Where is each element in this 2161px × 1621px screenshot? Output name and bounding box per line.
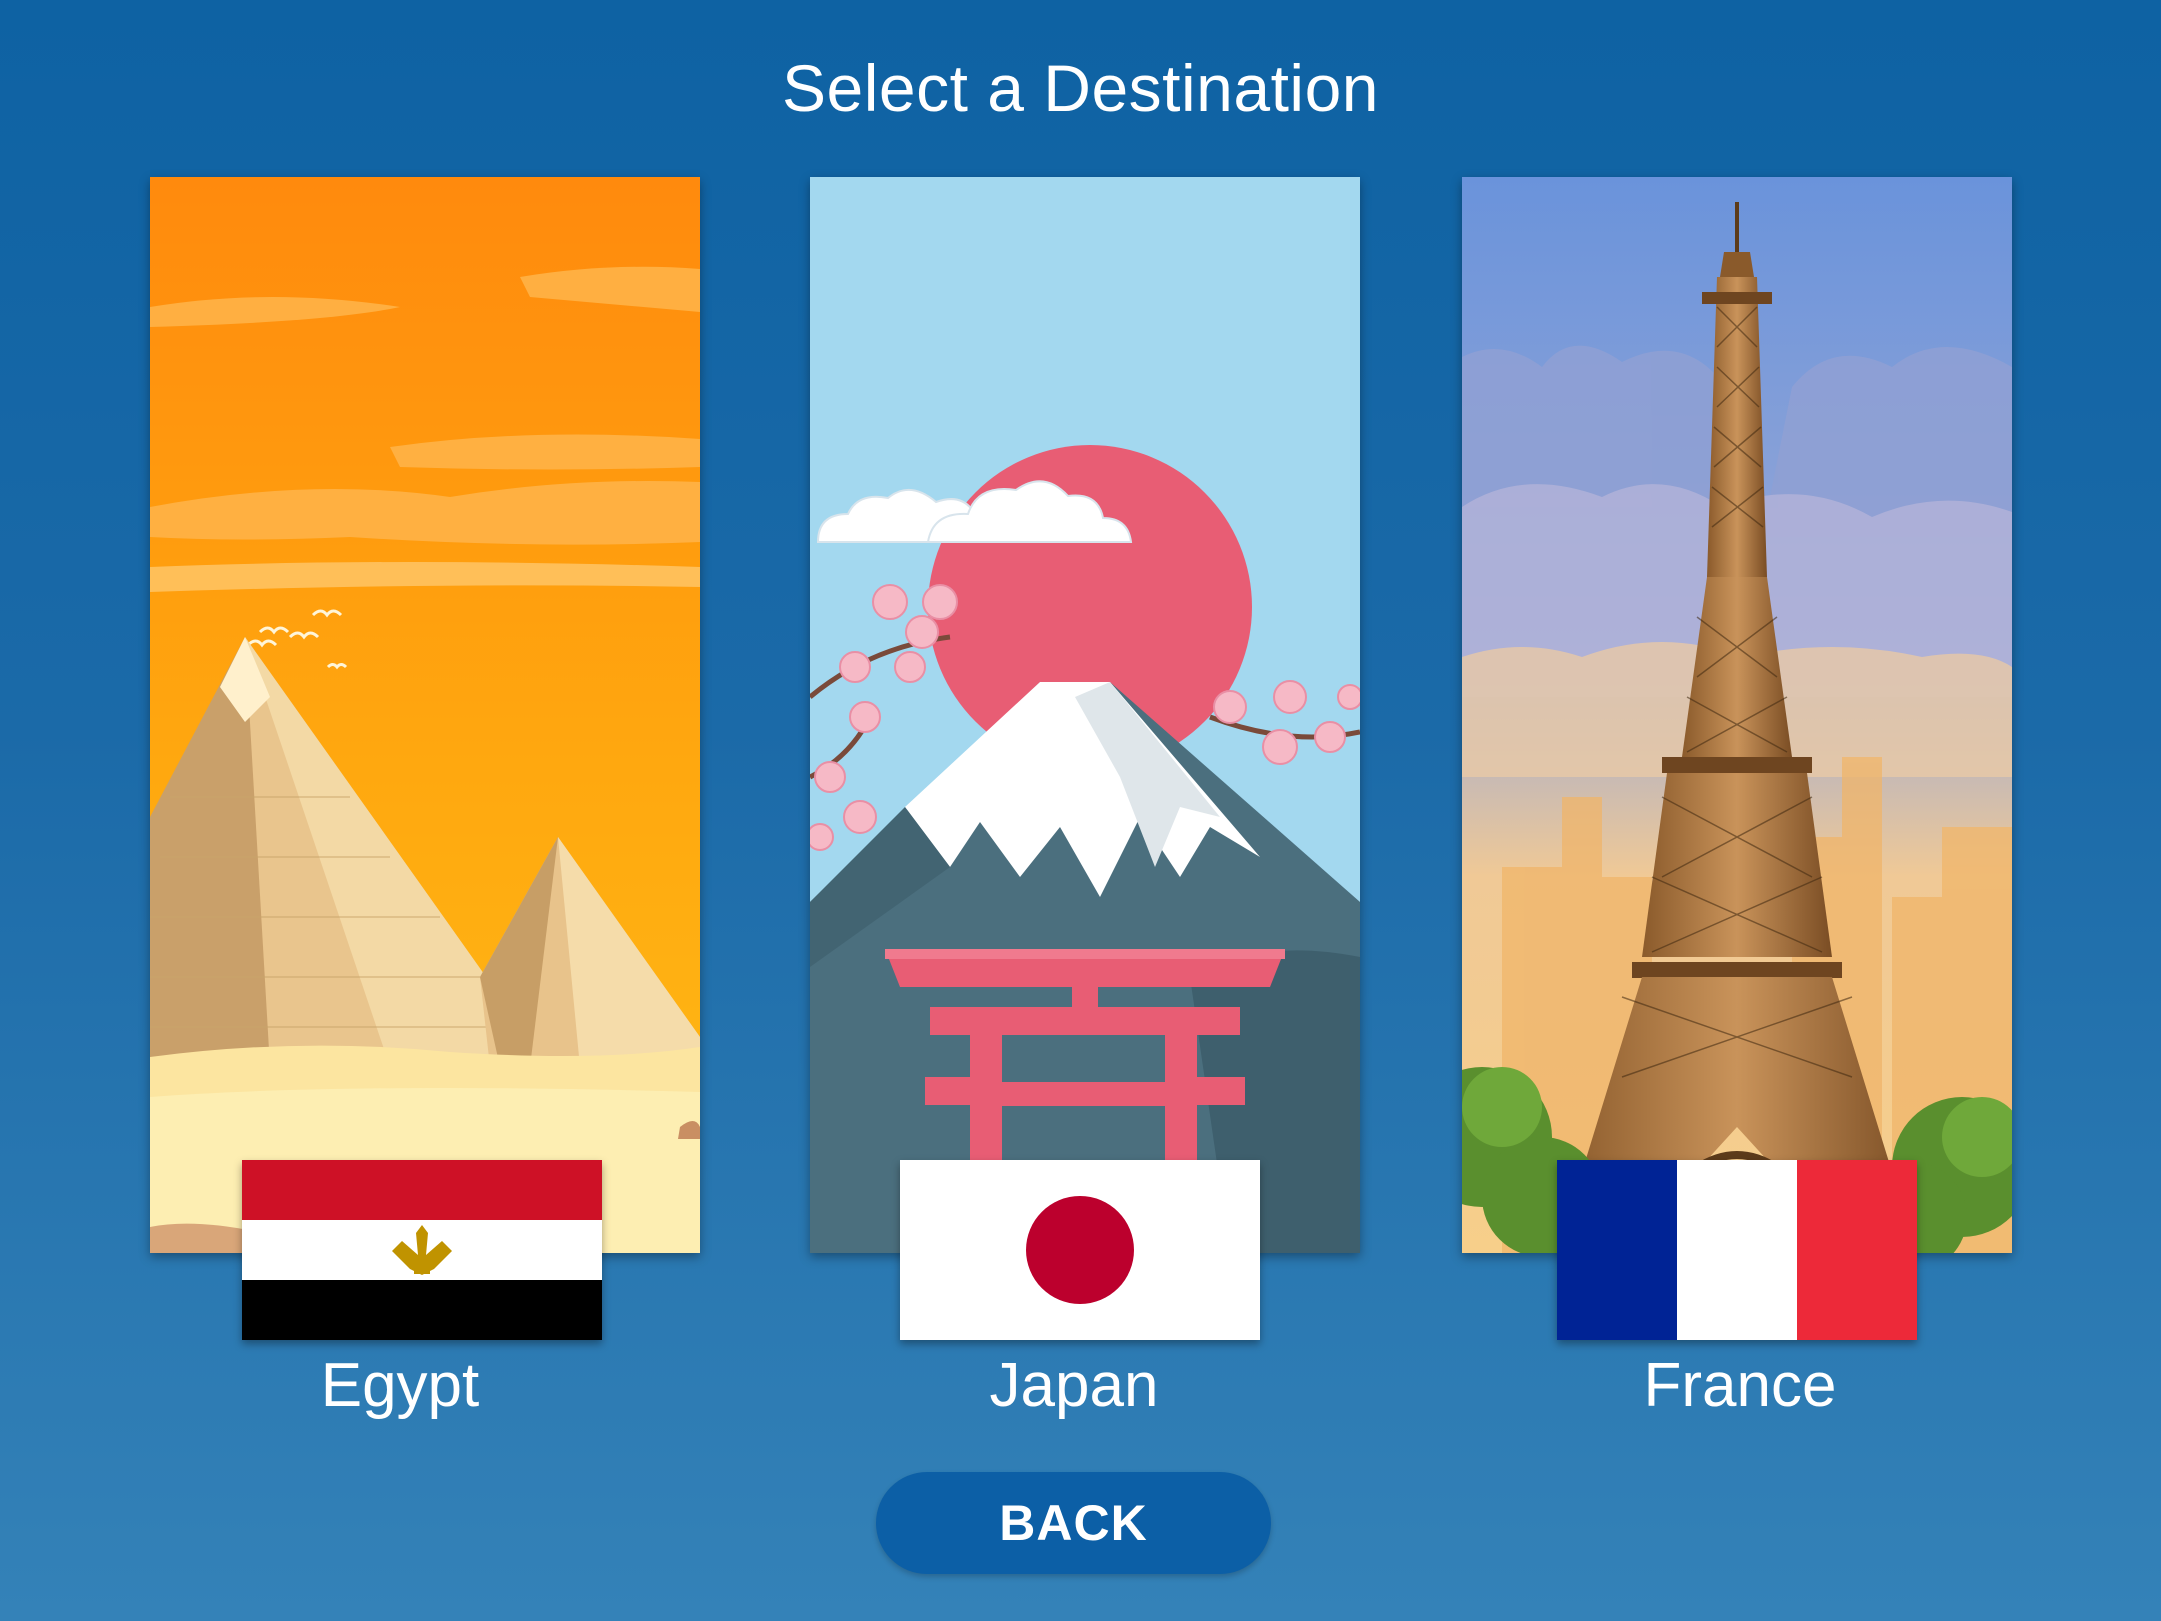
france-flag-icon[interactable]: [1557, 1160, 1917, 1340]
back-button[interactable]: BACK: [876, 1472, 1271, 1574]
egypt-flag-icon[interactable]: [242, 1160, 602, 1340]
pyramids-icon: [150, 177, 700, 1253]
mount-fuji-torii-icon: [810, 177, 1360, 1253]
destination-label-japan[interactable]: Japan: [824, 1350, 1324, 1421]
page-title: Select a Destination: [781, 51, 1379, 125]
destination-card-france[interactable]: [1462, 177, 2012, 1253]
destination-card-japan[interactable]: [810, 177, 1360, 1253]
destination-select-screen: Select a Destination Egypt Japan France …: [0, 0, 2161, 1621]
eiffel-tower-icon: [1462, 177, 2012, 1253]
destination-label-egypt[interactable]: Egypt: [150, 1350, 650, 1421]
japan-flag-icon[interactable]: [900, 1160, 1260, 1340]
destination-label-france[interactable]: France: [1490, 1350, 1990, 1421]
destination-card-egypt[interactable]: [150, 177, 700, 1253]
